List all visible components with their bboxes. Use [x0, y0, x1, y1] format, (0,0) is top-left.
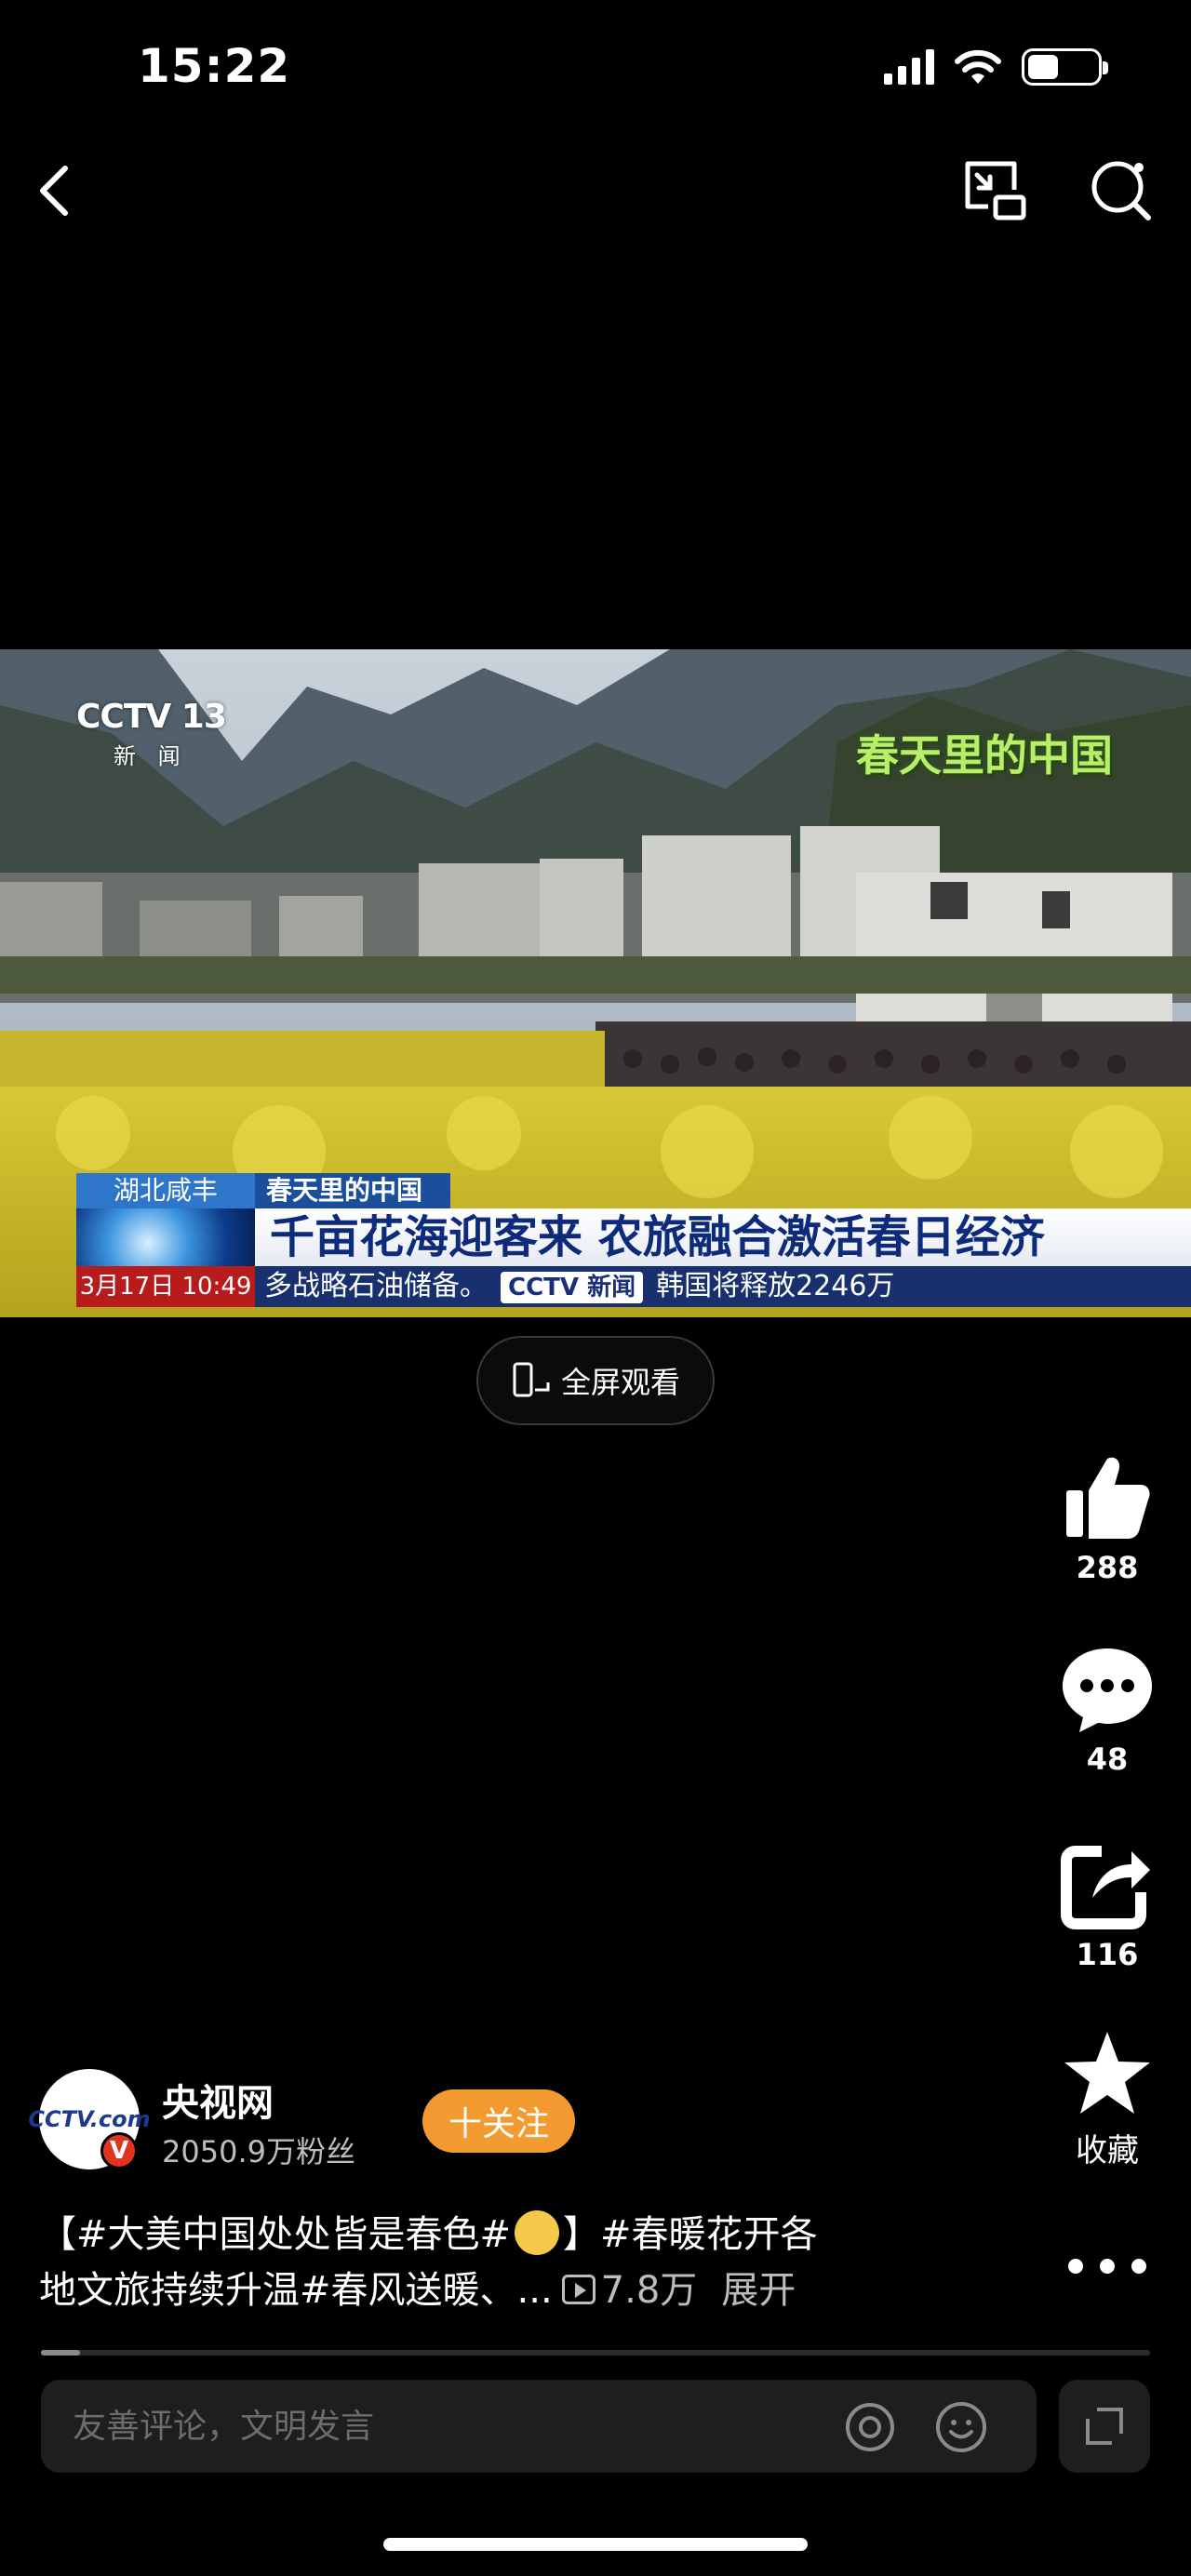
video-progress-bar[interactable] [41, 2350, 1150, 2356]
back-button[interactable] [28, 153, 84, 228]
comment-bubble-icon [1063, 1648, 1152, 1732]
like-count: 288 [1076, 1550, 1139, 1585]
emoji-icon [515, 2210, 560, 2255]
comment-bar [41, 2380, 1037, 2473]
dot [1100, 2259, 1115, 2274]
broadcast-time: 3月17日 10:49 [76, 1266, 255, 1307]
favorite-button[interactable]: 收藏 [1051, 2028, 1163, 2170]
fullscreen-label: 全屏观看 [560, 1365, 680, 1400]
search-icon [1091, 161, 1151, 220]
location-tag: 湖北咸丰 [76, 1173, 255, 1208]
battery-icon [1022, 48, 1108, 86]
thumbs-up-icon [1066, 1457, 1150, 1539]
globe-graphic [76, 1208, 255, 1266]
video-description[interactable]: 【#大美中国处处皆是春色# 】#春暖花开各 地文旅持续升温#春风送暖、... 7.8… [39, 2207, 1007, 2318]
expand-icon [1086, 2408, 1123, 2445]
status-icons [884, 48, 1108, 86]
share-button[interactable]: 116 [1051, 1840, 1163, 1972]
verified-badge: V [100, 2132, 138, 2169]
comment-count: 48 [1086, 1742, 1129, 1777]
comment-input[interactable] [73, 2402, 836, 2450]
share-count: 116 [1076, 1937, 1139, 1972]
ticker-logo: CCTV 新闻 [501, 1272, 644, 1303]
emoji-picker-icon[interactable] [934, 2400, 988, 2454]
mention-icon[interactable] [843, 2400, 897, 2454]
progress-fill [41, 2350, 80, 2356]
play-count-icon [561, 2275, 596, 2304]
program-logo: 春天里的中国 [856, 730, 1113, 781]
like-button[interactable]: 288 [1051, 1453, 1163, 1585]
rotate-phone-icon [513, 1362, 550, 1397]
topic-tag: 春天里的中国 [255, 1173, 450, 1208]
channel-logo: CCTV 13 新 闻 [76, 698, 227, 769]
cellular-signal-icon [884, 49, 934, 85]
home-indicator[interactable] [383, 2538, 808, 2551]
view-count: 7.8万 [561, 2269, 697, 2312]
news-lower-third: 湖北咸丰 春天里的中国 千亩花海迎客来 农旅融合激活春日经济 3月17日 10:… [76, 1173, 1191, 1317]
share-icon [1061, 1846, 1150, 1929]
pip-icon [965, 161, 1026, 220]
video-player[interactable]: CCTV 13 新 闻 春天里的中国 湖北咸丰 春天里的中国 千亩花海迎客来 农… [0, 649, 1191, 1317]
follower-count: 2050.9万粉丝 [162, 2134, 355, 2169]
picture-in-picture-button[interactable] [962, 158, 1031, 223]
favorite-label: 收藏 [1076, 2132, 1139, 2169]
star-icon [1064, 2032, 1150, 2114]
expand-comments-button[interactable] [1059, 2380, 1150, 2473]
follow-button[interactable]: 十关注 [422, 2089, 575, 2153]
comment-button[interactable]: 48 [1051, 1645, 1163, 1777]
chevron-left-icon [40, 166, 68, 216]
wifi-icon [955, 49, 1001, 84]
search-button[interactable] [1087, 156, 1156, 225]
dot [1068, 2259, 1083, 2274]
author-name[interactable]: 央视网 [162, 2073, 274, 2127]
news-ticker: 多战略石油储备。 CCTV 新闻 韩国将释放2246万 [255, 1266, 1191, 1307]
fullscreen-button[interactable]: 全屏观看 [476, 1336, 715, 1425]
dot [1131, 2259, 1146, 2274]
news-headline: 千亩花海迎客来 农旅融合激活春日经济 [255, 1208, 1191, 1266]
expand-link[interactable]: 展开 [721, 2269, 796, 2312]
status-time: 15:22 [138, 39, 291, 93]
more-options-button[interactable] [1068, 2251, 1146, 2281]
